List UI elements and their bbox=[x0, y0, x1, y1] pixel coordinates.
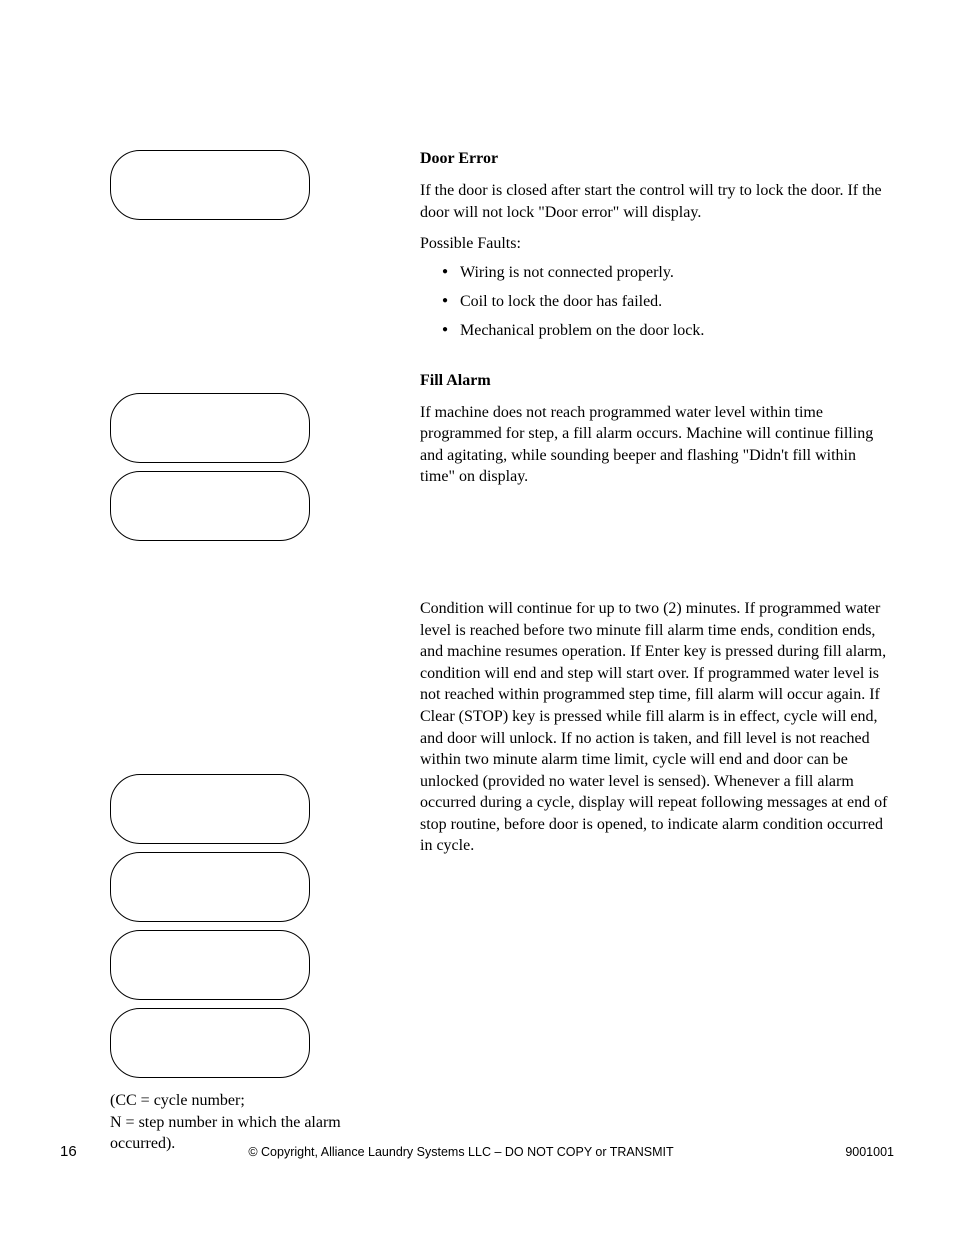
fault-item: Mechanical problem on the door lock. bbox=[442, 321, 890, 342]
right-column: Door Error If the door is closed after s… bbox=[410, 150, 890, 1155]
fill-alarm-title: Fill Alarm bbox=[420, 372, 890, 390]
display-box bbox=[110, 930, 310, 1000]
page-number: 16 bbox=[60, 1143, 77, 1160]
possible-faults-label: Possible Faults: bbox=[420, 235, 890, 253]
display-box bbox=[110, 393, 310, 463]
display-box bbox=[110, 852, 310, 922]
door-error-body: If the door is closed after start the co… bbox=[420, 180, 890, 223]
fault-item: Coil to lock the door has failed. bbox=[442, 292, 890, 313]
caption-line-1: (CC = cycle number; bbox=[110, 1090, 380, 1112]
fill-alarm-body-1: If machine does not reach programmed wat… bbox=[420, 402, 890, 488]
document-id: 9001001 bbox=[845, 1145, 894, 1159]
fault-item: Wiring is not connected properly. bbox=[442, 263, 890, 284]
fill-alarm-section: Fill Alarm If machine does not reach pro… bbox=[420, 372, 890, 858]
display-box bbox=[110, 1008, 310, 1078]
copyright-text: © Copyright, Alliance Laundry Systems LL… bbox=[77, 1145, 846, 1159]
fill-alarm-body-2: Condition will continue for up to two (2… bbox=[420, 598, 890, 857]
door-error-section: Door Error If the door is closed after s… bbox=[420, 150, 890, 342]
display-box bbox=[110, 774, 310, 844]
display-box bbox=[110, 150, 310, 220]
display-box bbox=[110, 471, 310, 541]
faults-list: Wiring is not connected properly. Coil t… bbox=[420, 263, 890, 341]
footer: 16 © Copyright, Alliance Laundry Systems… bbox=[0, 1143, 954, 1160]
door-error-title: Door Error bbox=[420, 150, 890, 168]
left-column: (CC = cycle number; N = step number in w… bbox=[60, 150, 410, 1155]
